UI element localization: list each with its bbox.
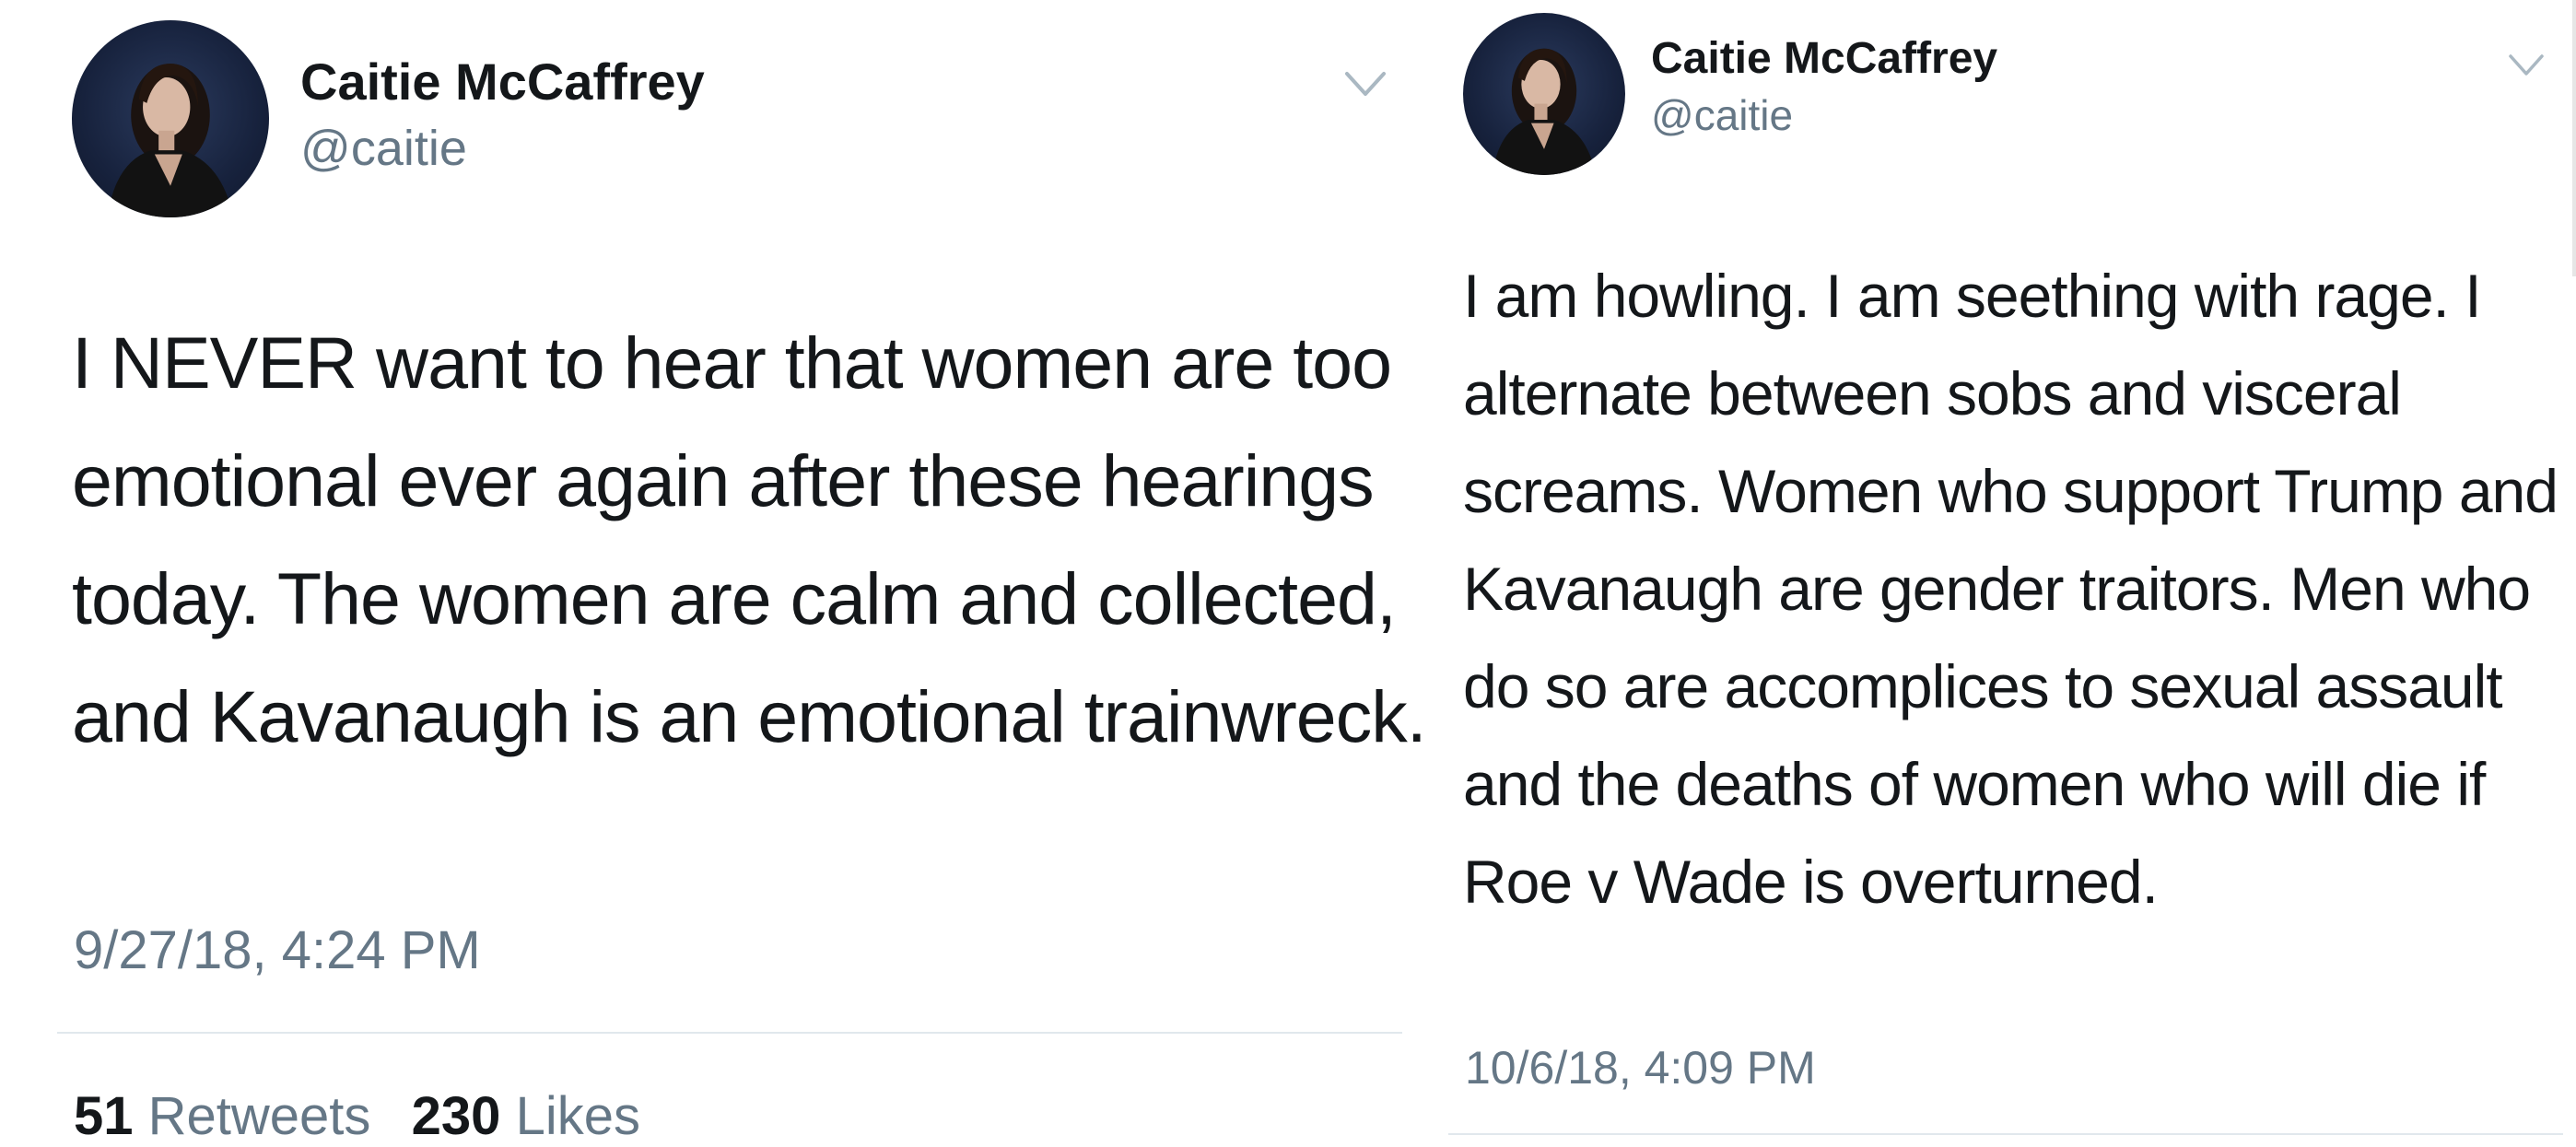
divider bbox=[57, 1032, 1402, 1034]
divider bbox=[1448, 1133, 2563, 1135]
tweet-text: I am howling. I am seething with rage. I… bbox=[1463, 262, 2558, 916]
avatar[interactable] bbox=[72, 20, 269, 217]
retweets-label: Retweets bbox=[147, 1086, 371, 1146]
tweet-text: I NEVER want to hear that women are too … bbox=[72, 322, 1427, 757]
likes-label: Likes bbox=[515, 1086, 640, 1146]
tweet-timestamp[interactable]: 9/27/18, 4:24 PM bbox=[74, 919, 481, 981]
likes-count: 230 bbox=[411, 1086, 501, 1146]
retweets-count: 51 bbox=[74, 1086, 134, 1146]
chevron-down-icon[interactable] bbox=[1341, 66, 1389, 103]
display-name[interactable]: Caitie McCaffrey bbox=[1651, 33, 1997, 84]
avatar[interactable] bbox=[1463, 13, 1625, 175]
chevron-down-icon[interactable] bbox=[2506, 50, 2547, 81]
tweet-card-right: Caitie McCaffrey @caitie I am howling. I… bbox=[1437, 0, 2576, 1146]
tweet-card-left: Caitie McCaffrey @caitie I NEVER want to… bbox=[0, 0, 1437, 1146]
tweet-timestamp[interactable]: 10/6/18, 4:09 PM bbox=[1465, 1041, 1816, 1094]
user-handle[interactable]: @caitie bbox=[300, 120, 467, 177]
tweet-stats: 51 Retweets 230 Likes bbox=[74, 1085, 640, 1147]
user-handle[interactable]: @caitie bbox=[1651, 90, 1793, 140]
scrollbar[interactable] bbox=[2572, 0, 2576, 276]
display-name[interactable]: Caitie McCaffrey bbox=[300, 52, 705, 111]
profile-photo-icon bbox=[1492, 48, 1597, 175]
profile-photo-icon bbox=[107, 64, 234, 217]
likes-stat[interactable]: 230 Likes bbox=[412, 1086, 640, 1146]
retweets-stat[interactable]: 51 Retweets bbox=[74, 1086, 386, 1146]
